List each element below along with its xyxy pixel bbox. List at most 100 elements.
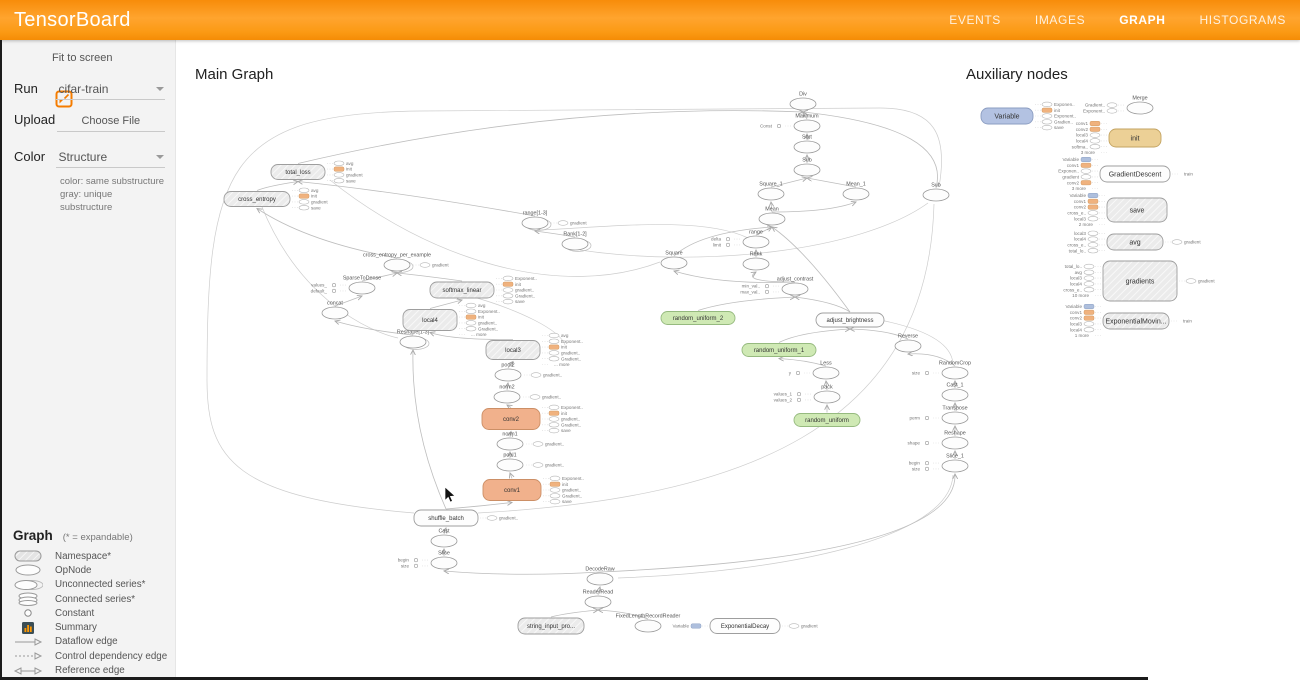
graph-node-sparsetodense[interactable]: SparseToDensevalues_default_ [311,276,382,295]
tab-graph[interactable]: GRAPH [1119,13,1165,27]
tab-histograms[interactable]: HISTOGRAMS [1200,13,1286,27]
graph-node-aux_save[interactable]: saveVariableconv1conv2cross_e..local32 m… [1067,193,1167,227]
graph-node-cast_1[interactable]: Cast_1 [942,383,968,402]
graph-node-range[interactable]: rangedeltalimit [711,230,769,249]
svg-text:avg: avg [1075,270,1083,275]
svg-text:avg: avg [346,161,354,166]
graph-node-randuni2[interactable]: random_uniform_2 [661,312,735,325]
graph-node-aux_init[interactable]: initconv1conv2local3local4softma..3 more [1072,121,1161,155]
graph-edge [698,297,795,311]
svg-text:Variable: Variable [1069,193,1086,198]
legend-item: Reference edge [13,663,176,677]
graph-canvas[interactable]: Div MaximumConst Sqrt Sub Square_1 Mean_1 Sub M… [0,40,1300,680]
run-select[interactable]: cifar-train [56,80,165,100]
svg-text:gradient..: gradient.. [545,442,564,447]
graph-node-total_loss[interactable]: total_lossavginitgradientsave [271,161,363,183]
tab-events[interactable]: EVENTS [949,13,1001,27]
graph-node-sub[interactable]: Sub [794,158,820,177]
graph-node-slice_1[interactable]: Slice_1beginsize [909,454,968,473]
svg-text:conv2: conv2 [503,417,520,423]
svg-text:ExponentialDecay: ExponentialDecay [721,624,769,630]
svg-text:gradient..: gradient.. [542,395,561,400]
svg-text:gradient: gradient [346,173,363,178]
svg-text:init: init [1054,108,1061,113]
graph-node-concat[interactable]: concat [322,301,348,320]
svg-text:Gradient..: Gradient.. [1085,103,1105,108]
graph-node-range13[interactable]: range[1-3]gradient [522,211,587,231]
choose-file-button[interactable]: Choose File [57,112,165,132]
graph-node-conv1[interactable]: conv1Exponent..initgradient..Gradient..s… [483,476,584,504]
svg-text:cross_entropy: cross_entropy [238,197,276,203]
color-select[interactable]: Structure [56,148,165,168]
svg-text:init: init [561,345,568,350]
svg-text:train: train [1183,319,1192,324]
sidebar: Fit to screen Run cifar-train Upload Cho… [0,40,176,680]
graph-node-string_input[interactable]: string_input_pro... [518,618,584,634]
graph-node-cross_entropy[interactable]: cross_entropyavginitgradientsave [224,188,328,210]
svg-text:Gradient..: Gradient.. [515,293,535,298]
graph-edge [772,202,856,212]
graph-node-readerread[interactable]: ReaderRead [583,590,614,609]
svg-text:GradientDescent: GradientDescent [1109,171,1162,178]
graph-node-pool2[interactable]: pool2gradient.. [495,363,562,382]
legend-title: Graph [13,528,53,543]
graph-node-reverse[interactable]: Reverse [895,334,921,353]
graph-edge [618,475,953,578]
graph-node-maximum[interactable]: MaximumConst [760,114,820,133]
graph-node-flrr[interactable]: FixedLengthRecordReader [616,614,681,633]
graph-node-aux_avg[interactable]: avglocal3local4cross_e..total_lo..gradie… [1067,231,1201,253]
graph-node-sqrt[interactable]: Sqrt [794,135,820,154]
svg-text:3 more: 3 more [1072,186,1087,191]
graph-node-cep[interactable]: cross_entropy_per_examplegradient [363,253,449,273]
constant-icon [13,608,43,618]
graph-node-mean[interactable]: Mean [759,207,785,226]
graph-node-cast[interactable]: Cast [431,529,457,548]
auxiliary-nodes-title: Auxiliary nodes [966,66,1068,83]
svg-text:Exponent..: Exponent.. [515,276,537,281]
legend-item-label: Constant [55,608,94,619]
svg-text:Mean_1: Mean_1 [846,182,865,188]
graph-node-slice[interactable]: Slicebeginsize [398,551,457,570]
graph-node-aux_variable[interactable]: VariableExponen..initExponent..Gradien..… [981,102,1076,130]
graph-node-reshape[interactable]: Reshapeshape [907,431,968,450]
svg-text:Less: Less [820,361,832,367]
graph-node-conv2[interactable]: conv2Exponent..initgradient..Gradient..s… [482,405,583,433]
graph-node-randuni1[interactable]: random_uniform_1 [742,344,816,357]
graph-node-randomcrop[interactable]: RandomCropsize [912,361,971,380]
svg-text:Variable: Variable [672,624,689,629]
graph-node-norm1[interactable]: norm1gradient.. [497,432,564,451]
graph-node-aux_gd[interactable]: GradientDescentVariableconv1Exponen..gra… [1058,157,1193,191]
tab-images[interactable]: IMAGES [1035,13,1085,27]
graph-node-decoderaw[interactable]: DecodeRaw [585,567,614,586]
main-graph-title: Main Graph [195,66,273,83]
legend-item: Namespace* [13,549,176,563]
svg-text:local3: local3 [1070,276,1082,281]
svg-text:Gradient..: Gradient.. [561,356,581,361]
graph-node-square[interactable]: Square [661,251,687,270]
graph-node-reshape13[interactable]: Reshape[1-3] [397,330,430,350]
svg-text:gradient: gradient [801,624,818,629]
graph-node-adjust_contrast[interactable]: adjust_contrastmin_val..max_val.. [740,277,813,296]
graph-edge [803,112,938,188]
graph-node-sub_1[interactable]: Sub [923,183,949,202]
graph-node-pack[interactable]: packvalues_1values_2 [774,385,840,404]
graph-node-norm2[interactable]: norm2gradient.. [494,385,561,404]
graph-node-mean_1[interactable]: Mean_1 [843,182,869,201]
graph-node-transpose[interactable]: Transposeperm [910,406,968,425]
graph-node-aux_merge[interactable]: MergeGradient..Exponent.. [1083,96,1153,115]
graph-node-exp_decay[interactable]: ExponentialDecay Variable gradient [672,619,818,634]
graph-node-rank12[interactable]: Rank[1-2] [562,232,591,252]
graph-node-pool1[interactable]: pool1gradient.. [497,453,564,472]
fit-to-screen-label[interactable]: Fit to screen [52,52,113,64]
graph-node-adjust_brightness[interactable]: adjust_brightness [816,313,884,327]
graph-node-randuni[interactable]: random_uniform [794,414,860,427]
graph-node-aux_ema[interactable]: ExponentialMovin...Variableconv1conv2loc… [1065,304,1192,338]
svg-text:max_val..: max_val.. [740,290,760,295]
graph-node-square_1[interactable]: Square_1 [758,182,784,201]
svg-text:delta: delta [711,237,721,242]
svg-text:values_: values_ [311,283,327,288]
svg-text:total_loss: total_loss [285,170,310,176]
graph-node-aux_gradients[interactable]: gradientstotal_lo..avglocal3local4cross_… [1063,261,1215,301]
graph-node-div[interactable]: Div [790,92,816,111]
graph-node-shuffle_batch[interactable]: shuffle_batchgradient.. [414,510,518,526]
